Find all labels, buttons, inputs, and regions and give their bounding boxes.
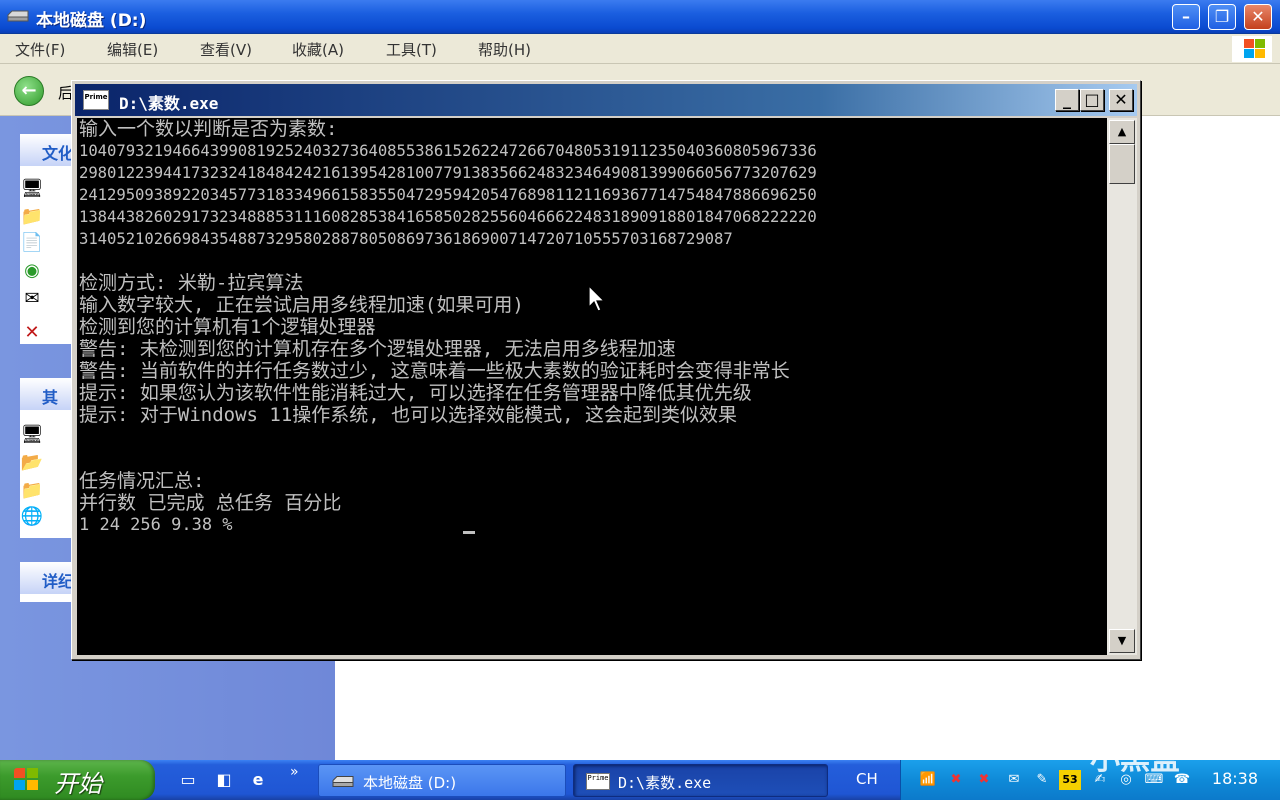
menu-favorites[interactable]: 收藏(A) <box>292 39 344 60</box>
console-scrollbar[interactable]: ▲ ▼ <box>1107 118 1137 655</box>
delete-icon[interactable]: ✕ <box>20 322 44 344</box>
drive-icon <box>332 776 354 788</box>
explorer-title-bar[interactable]: 本地磁盘 (D:) – ❐ ✕ <box>0 0 1280 34</box>
mouse-pointer-icon <box>588 285 606 312</box>
console-line-tip: 提示: 对于Windows 11操作系统, 也可以选择效能模式, 这会起到类似效… <box>79 404 738 426</box>
copy-icon[interactable]: 📄 <box>20 232 44 254</box>
menu-view[interactable]: 查看(V) <box>200 39 252 60</box>
drive-icon <box>7 10 29 22</box>
console-line-summary-title: 任务情况汇总: <box>79 470 205 492</box>
menu-tools[interactable]: 工具(T) <box>386 39 437 60</box>
watermark-logo: 小黑盒 <box>1090 742 1180 777</box>
console-line-warning: 警告: 未检测到您的计算机存在多个逻辑处理器, 无法启用多线程加速 <box>79 338 676 360</box>
pen-icon[interactable]: ✎ <box>1031 770 1053 790</box>
show-desktop-icon[interactable]: ▭ <box>176 769 200 791</box>
console-output[interactable]: 输入一个数以判断是否为素数: 1040793219466439908192524… <box>77 118 1107 655</box>
scroll-thumb[interactable] <box>1109 144 1135 184</box>
network-disconnected-icon[interactable]: ✖ <box>973 770 995 790</box>
language-indicator[interactable]: CH <box>856 770 878 788</box>
console-line-method: 检测方式: 米勒-拉宾算法 <box>79 272 304 294</box>
console-title-bar[interactable]: Prime D:\素数.exe _ □ ✕ <box>75 84 1137 116</box>
network-places-icon[interactable]: 🌐 <box>20 506 44 528</box>
start-button[interactable]: 开始 <box>0 760 155 800</box>
console-app-icon: Prime <box>586 773 610 790</box>
restore-button[interactable]: ❐ <box>1208 4 1236 30</box>
menu-edit[interactable]: 编辑(E) <box>107 39 158 60</box>
console-app-icon: Prime <box>83 90 109 110</box>
taskbar: 开始 ▭ ◧ e » 本地磁盘 (D:) Prime D:\素数.exe CH … <box>0 760 1280 800</box>
console-window: Prime D:\素数.exe _ □ ✕ 输入一个数以判断是否为素数: 104… <box>71 80 1141 660</box>
console-line-tip: 提示: 如果您认为该软件性能消耗过大, 可以选择在任务管理器中降低其优先级 <box>79 382 752 404</box>
ie-browser-icon[interactable]: e <box>246 769 270 791</box>
rename-icon[interactable]: 🖥 <box>20 178 44 200</box>
move-icon[interactable]: 📁 <box>20 206 44 228</box>
text-cursor <box>463 531 475 534</box>
badge-53-icon[interactable]: 53 <box>1059 770 1081 790</box>
console-line-info: 输入数字较大, 正在尝试启用多线程加速(如果可用) <box>79 294 524 316</box>
windows-logo-icon <box>1232 36 1272 62</box>
console-line-number: 2412950938922034577318334966158355047295… <box>79 186 817 204</box>
publish-icon[interactable]: ◉ <box>20 260 44 282</box>
taskbar-explorer-button[interactable]: 本地磁盘 (D:) <box>318 764 566 797</box>
console-line-number: 1384438260291732348885311160828538416585… <box>79 208 817 226</box>
menu-bar: 文件(F) 编辑(E) 查看(V) 收藏(A) 工具(T) 帮助(H) <box>0 34 1280 64</box>
console-line-summary-values: 1 24 256 9.38 % <box>79 515 233 535</box>
windows-flag-icon <box>14 768 40 792</box>
back-arrow-icon[interactable]: ← <box>14 76 44 106</box>
scroll-down-arrow-icon[interactable]: ▼ <box>1109 629 1135 653</box>
explorer-title: 本地磁盘 (D:) <box>36 11 147 31</box>
shared-documents-icon[interactable]: 📁 <box>20 480 44 502</box>
clock[interactable]: 18:38 <box>1212 769 1258 788</box>
console-line-prompt: 输入一个数以判断是否为素数: <box>79 118 338 140</box>
console-line-number: 1040793219466439908192524032736408553861… <box>79 142 817 160</box>
start-label: 开始 <box>54 770 102 798</box>
quicklaunch-chevron-icon[interactable]: » <box>290 764 299 780</box>
console-minimize-button[interactable]: _ <box>1055 89 1079 111</box>
console-title: D:\素数.exe <box>119 94 219 113</box>
my-computer-icon[interactable]: 🖥 <box>20 424 44 446</box>
scroll-up-arrow-icon[interactable]: ▲ <box>1109 120 1135 144</box>
taskbar-console-label: D:\素数.exe <box>618 774 712 792</box>
console-line-info: 检测到您的计算机有1个逻辑处理器 <box>79 316 376 338</box>
console-maximize-button[interactable]: □ <box>1080 89 1104 111</box>
menu-help[interactable]: 帮助(H) <box>478 39 531 60</box>
taskbar-explorer-label: 本地磁盘 (D:) <box>363 774 457 792</box>
console-line-number: 3140521026698435488732958028878050869736… <box>79 230 733 248</box>
explorer-quicklaunch-icon[interactable]: ◧ <box>212 769 236 791</box>
console-close-button[interactable]: ✕ <box>1109 89 1133 111</box>
taskbar-console-button[interactable]: Prime D:\素数.exe <box>573 764 828 797</box>
email-icon[interactable]: ✉ <box>20 288 44 310</box>
my-documents-icon[interactable]: 📂 <box>20 452 44 474</box>
mail-icon[interactable]: ✉ <box>1003 770 1025 790</box>
wireless-icon[interactable]: 📶 <box>917 770 939 790</box>
minimize-button[interactable]: – <box>1172 4 1200 30</box>
console-line-summary-header: 并行数 已完成 总任务 百分比 <box>79 492 342 514</box>
close-button[interactable]: ✕ <box>1244 4 1272 30</box>
console-line-number: 2980122394417323241848424216139542810077… <box>79 164 817 182</box>
menu-file[interactable]: 文件(F) <box>15 39 65 60</box>
network-disconnected-icon[interactable]: ✖ <box>945 770 967 790</box>
console-line-warning: 警告: 当前软件的并行任务数过少, 这意味着一些极大素数的验证耗时会变得非常长 <box>79 360 790 382</box>
